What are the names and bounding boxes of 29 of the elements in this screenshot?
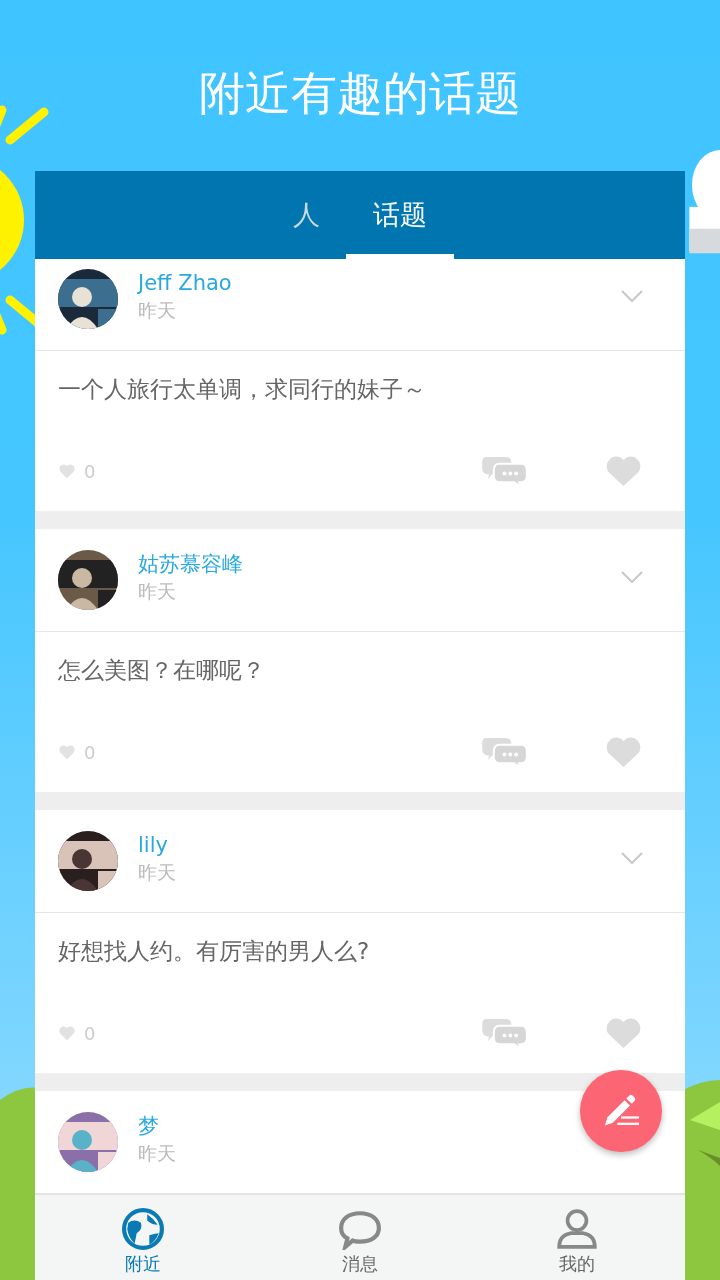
user-name[interactable]: 姑苏慕容峰	[138, 550, 243, 578]
chevron-down-icon[interactable]	[621, 290, 643, 302]
nav-tab[interactable]: 消息	[300, 1195, 420, 1280]
heart-icon[interactable]	[605, 1017, 642, 1049]
chevron-down-icon[interactable]	[621, 571, 643, 583]
heart-icon[interactable]	[605, 736, 642, 768]
user-name[interactable]: lily	[138, 831, 168, 859]
post-text: 怎么美图？在哪呢？	[58, 656, 266, 685]
post-time: 昨天	[138, 579, 176, 604]
chevron-down-icon[interactable]	[621, 852, 643, 864]
post-text: 好想找人约。有厉害的男人么?	[58, 937, 371, 966]
tab[interactable]: 人	[266, 171, 346, 259]
heart-icon	[58, 744, 76, 760]
user-name[interactable]: Jeff Zhao	[138, 269, 232, 297]
heart-icon	[58, 463, 76, 479]
post-time: 昨天	[138, 1141, 176, 1166]
post-text: 一个人旅行太单调，求同行的妹子～	[58, 375, 427, 404]
tab[interactable]: 话题	[346, 171, 454, 259]
person-icon	[555, 1208, 598, 1250]
post-time: 昨天	[138, 298, 176, 323]
post-time: 昨天	[138, 860, 176, 885]
heart-icon[interactable]	[605, 455, 642, 487]
user-name[interactable]: 梦	[138, 1112, 159, 1140]
globe-icon	[122, 1208, 165, 1250]
nav-tab[interactable]: 我的	[516, 1195, 637, 1280]
speech-bubble-icon	[339, 1208, 381, 1250]
nav-tab[interactable]: 附近	[83, 1195, 204, 1280]
heart-icon	[58, 1025, 76, 1041]
page-title: 附近有趣的话题	[199, 65, 521, 122]
